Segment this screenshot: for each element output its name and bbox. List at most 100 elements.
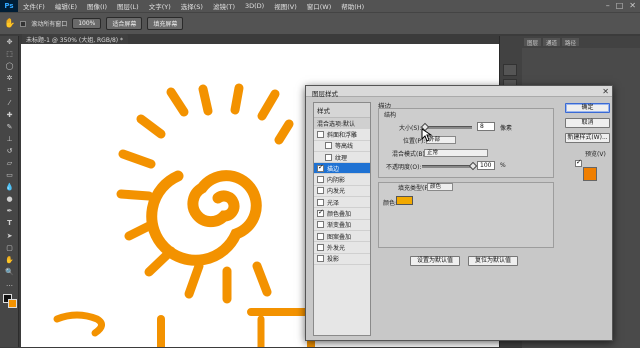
styles-list: 样式 混合选项:默认 斜面和浮雕等高线纹理描边内阴影内发光光泽颜色叠加渐变叠加图… [313, 102, 371, 336]
sun-ray [257, 89, 280, 121]
opacity-slider[interactable] [422, 165, 473, 168]
preview-checkbox[interactable] [575, 158, 582, 167]
opacity-input[interactable]: 100 [477, 161, 495, 170]
minimize-button[interactable]: – [606, 1, 610, 10]
menu-edit[interactable]: 编辑(E) [50, 1, 82, 11]
style-item-checkbox[interactable] [325, 153, 332, 161]
style-item-label: 内发光 [327, 188, 346, 196]
sun-ray [166, 87, 189, 117]
fit-screen-button[interactable]: 适合屏幕 [106, 17, 143, 30]
tab-paths[interactable]: 路径 [562, 38, 580, 47]
style-item[interactable]: 内发光 [314, 186, 370, 198]
style-item-checkbox[interactable] [317, 255, 324, 263]
menu-select[interactable]: 选择(S) [176, 1, 208, 11]
blend-mode-label: 混合模式(B): [392, 151, 427, 158]
style-item[interactable]: 纹理 [314, 152, 370, 164]
style-item-checkbox[interactable] [325, 142, 332, 150]
style-item[interactable]: 颜色叠加 [314, 208, 370, 220]
style-item[interactable]: 投影 [314, 254, 370, 265]
size-unit: 像素 [500, 125, 513, 132]
ok-button[interactable]: 确定 [565, 103, 610, 113]
menu-file[interactable]: 文件(F) [18, 1, 50, 11]
blend-mode-select[interactable]: 正常 [424, 149, 488, 157]
marquee-tool-icon[interactable]: ⬚ [0, 48, 19, 60]
menu-view[interactable]: 视图(V) [269, 1, 302, 11]
menu-3d[interactable]: 3D(D) [240, 2, 269, 10]
gradient-tool-icon[interactable]: ▭ [0, 169, 19, 181]
tab-channels[interactable]: 通道 [543, 38, 561, 47]
dodge-tool-icon[interactable]: ● [0, 193, 19, 205]
type-tool-icon[interactable]: T [0, 217, 19, 229]
style-item[interactable]: 描边 [314, 163, 370, 175]
size-input[interactable]: 8 [477, 122, 495, 131]
eyedropper-icon[interactable]: ⁄ [0, 96, 19, 108]
pen-tool-icon[interactable]: ✒ [0, 205, 19, 217]
style-item[interactable]: 等高线 [314, 141, 370, 152]
scroll-all-checkbox[interactable] [20, 20, 27, 27]
move-tool-icon[interactable]: ✥ [0, 36, 19, 48]
menu-type[interactable]: 文字(Y) [144, 1, 176, 11]
style-item-label: 投影 [327, 256, 340, 264]
crop-tool-icon[interactable]: ⌗ [0, 84, 19, 96]
style-item-label: 描边 [327, 165, 340, 173]
blend-options-item[interactable]: 混合选项:默认 [314, 118, 370, 130]
blur-tool-icon[interactable]: 💧 [0, 181, 19, 193]
lasso-tool-icon[interactable]: ◯ [0, 60, 19, 72]
color-swatches[interactable] [0, 290, 18, 320]
stroke-color-swatch[interactable] [396, 196, 413, 205]
fill-type-select[interactable]: 颜色 [427, 183, 453, 191]
style-item[interactable]: 外发光 [314, 242, 370, 254]
hand-icon[interactable]: ✋ [0, 254, 19, 266]
zoom-tool-icon[interactable]: 🔍 [0, 266, 19, 278]
tab-layers[interactable]: 图层 [524, 38, 542, 47]
close-icon[interactable]: ✕ [602, 87, 609, 96]
zoom-100-button[interactable]: 100% [72, 18, 102, 29]
style-item[interactable]: 斜面和浮雕 [314, 129, 370, 141]
set-default-button[interactable]: 设置为默认值 [410, 256, 460, 266]
path-select-icon[interactable]: ➤ [0, 230, 19, 242]
document-tab[interactable]: 未标题-1 @ 350% (大姐, RGB/8) * [22, 34, 128, 44]
style-item-checkbox[interactable] [317, 208, 324, 218]
cancel-button[interactable]: 取消 [565, 118, 610, 128]
menu-filter[interactable]: 滤镜(T) [208, 1, 240, 11]
maximize-button[interactable]: □ [616, 1, 624, 10]
style-item-label: 斜面和浮雕 [327, 131, 358, 139]
style-item-checkbox[interactable] [317, 163, 324, 172]
menu-layer[interactable]: 图层(L) [112, 1, 144, 11]
history-brush-icon[interactable]: ↺ [0, 145, 19, 157]
style-item[interactable]: 图案叠加 [314, 231, 370, 243]
style-item-checkbox[interactable] [317, 243, 324, 251]
new-style-button[interactable]: 新建样式(W)... [565, 133, 610, 143]
style-item-checkbox[interactable] [317, 187, 324, 195]
sun-ray [184, 261, 204, 299]
style-item-checkbox[interactable] [317, 130, 324, 138]
menu-window[interactable]: 窗口(W) [302, 1, 337, 11]
style-item-checkbox[interactable] [317, 221, 324, 229]
scroll-all-label: 滚动所有窗口 [31, 21, 68, 28]
color-label: 颜色: [383, 200, 398, 207]
style-item[interactable]: 渐变叠加 [314, 220, 370, 231]
menu-image[interactable]: 图像(I) [82, 1, 112, 11]
style-item-checkbox[interactable] [317, 198, 324, 206]
style-item[interactable]: 光泽 [314, 197, 370, 209]
more-tools-icon[interactable]: … [0, 278, 19, 290]
brush-tool-icon[interactable]: ✎ [0, 121, 19, 133]
hand-tool-icon: ✋ [4, 18, 16, 29]
window-close-button[interactable]: ✕ [629, 1, 636, 10]
shape-tool-icon[interactable]: ▢ [0, 242, 19, 254]
fill-screen-button[interactable]: 填充屏幕 [147, 17, 184, 30]
style-item-label: 渐变叠加 [327, 222, 352, 230]
eraser-tool-icon[interactable]: ▱ [0, 157, 19, 169]
panel-button[interactable] [503, 64, 517, 76]
healing-brush-icon[interactable]: ✚ [0, 109, 19, 121]
magic-wand-icon[interactable]: ✲ [0, 72, 19, 84]
reset-default-button[interactable]: 复位为默认值 [468, 256, 518, 266]
background-color[interactable] [8, 298, 17, 308]
style-item[interactable]: 内阴影 [314, 174, 370, 186]
clone-stamp-icon[interactable]: ⊥ [0, 133, 19, 145]
style-item-label: 纹理 [335, 154, 348, 162]
menu-help[interactable]: 帮助(H) [336, 1, 369, 11]
style-item-checkbox[interactable] [317, 176, 324, 184]
style-item-checkbox[interactable] [317, 232, 324, 240]
styles-header[interactable]: 样式 [314, 103, 370, 118]
